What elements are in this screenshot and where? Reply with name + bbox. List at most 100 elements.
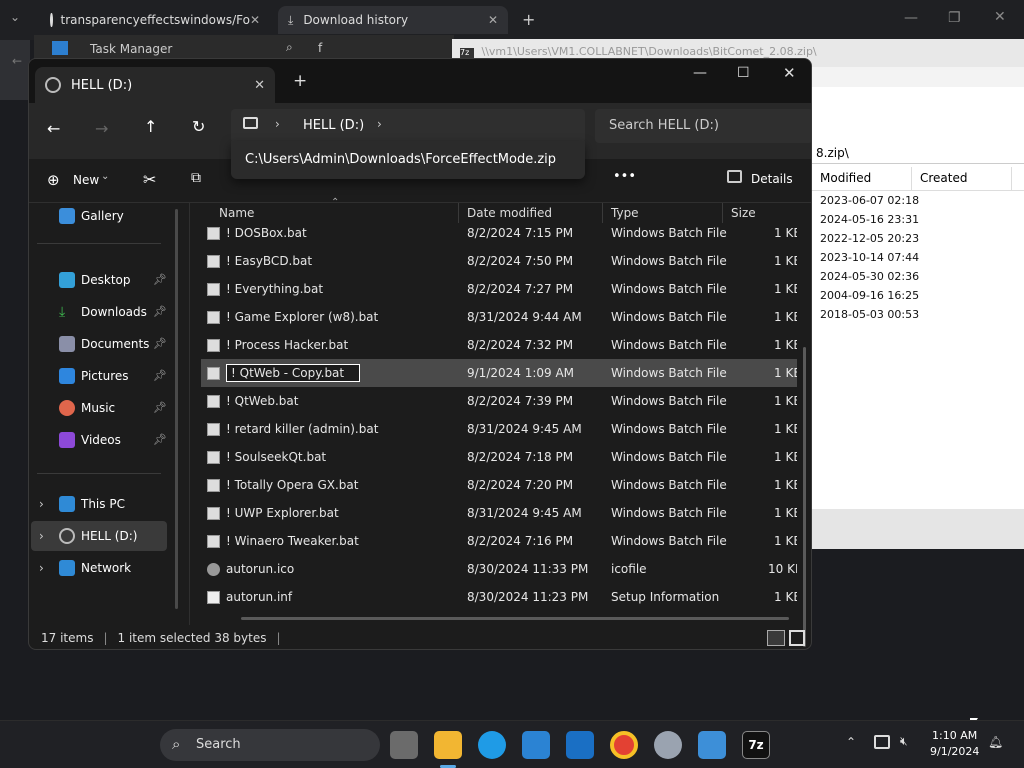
chevron-right-icon[interactable]: ›: [39, 529, 44, 543]
notification-bell-icon[interactable]: 🔔︎: [988, 735, 1003, 749]
browser-tab-github[interactable]: transparencyeffectswindows/Fo ✕: [40, 6, 270, 34]
horizontal-scrollbar[interactable]: [241, 617, 789, 620]
address-bar[interactable]: › HELL (D:) ›: [231, 109, 585, 143]
list-item[interactable]: 2023-06-07 02:18: [820, 194, 919, 207]
7zip-icon[interactable]: 7z: [742, 731, 770, 759]
7zip-horizontal-scrollbar[interactable]: [812, 509, 1024, 549]
table-row-selected[interactable]: ! QtWeb - Copy.bat 9/1/2024 1:09 AM Wind…: [201, 359, 797, 387]
sidebar-item-hell-drive[interactable]: HELL (D:): [59, 523, 137, 549]
7zip-path-bar[interactable]: 8.zip\: [812, 144, 1024, 164]
pin-icon[interactable]: 📌︎: [153, 433, 167, 446]
sidebar-item-gallery[interactable]: Gallery: [59, 203, 124, 229]
chevron-down-icon[interactable]: ⌄: [101, 171, 109, 182]
table-row[interactable]: ! retard killer (admin).bat 8/31/2024 9:…: [201, 415, 797, 443]
cut-icon[interactable]: ✂: [143, 170, 156, 189]
task-view-icon[interactable]: [390, 731, 418, 759]
list-item[interactable]: 2024-05-16 23:31: [820, 213, 919, 226]
back-icon[interactable]: ←: [12, 54, 22, 68]
rename-input[interactable]: ! QtWeb - Copy.bat: [226, 364, 360, 382]
windows-icon[interactable]: [122, 733, 146, 757]
table-row[interactable]: ! Winaero Tweaker.bat 8/2/2024 7:16 PM W…: [201, 527, 797, 555]
search-input[interactable]: Search HELL (D:): [609, 118, 719, 133]
sidebar-item-network[interactable]: Network: [59, 555, 131, 581]
table-row[interactable]: ! SoulseekQt.bat 8/2/2024 7:18 PM Window…: [201, 443, 797, 471]
details-button[interactable]: Details: [751, 172, 793, 186]
chevron-up-icon[interactable]: ⌃: [846, 735, 856, 749]
minimize-icon[interactable]: —: [904, 10, 918, 26]
close-icon[interactable]: ✕: [254, 78, 265, 93]
close-icon[interactable]: ✕: [488, 13, 498, 27]
table-row[interactable]: ! Process Hacker.bat 8/2/2024 7:32 PM Wi…: [201, 331, 797, 359]
chevron-right-icon[interactable]: ›: [39, 497, 44, 511]
pin-icon[interactable]: 📌︎: [153, 273, 167, 286]
pin-icon[interactable]: 📌︎: [153, 305, 167, 318]
copy-icon[interactable]: ⧉: [191, 170, 201, 186]
table-row[interactable]: ! Game Explorer (w8).bat 8/31/2024 9:44 …: [201, 303, 797, 331]
sidebar-item-this-pc[interactable]: This PC: [59, 491, 125, 517]
new-tab-button[interactable]: +: [522, 10, 535, 29]
sidebar-item-documents[interactable]: Documents: [59, 331, 149, 357]
store-icon[interactable]: [522, 731, 550, 759]
close-icon[interactable]: ✕: [994, 9, 1006, 25]
minimize-icon[interactable]: —: [693, 65, 707, 81]
details-view-icon[interactable]: [767, 630, 785, 646]
close-icon[interactable]: ✕: [783, 64, 796, 82]
sidebar-item-music[interactable]: Music: [59, 395, 115, 421]
browser-tab-downloads[interactable]: ⤓ Download history ✕: [278, 6, 508, 34]
file-explorer-icon[interactable]: [434, 731, 462, 759]
pin-icon[interactable]: 📌︎: [153, 369, 167, 382]
maximize-icon[interactable]: ☐: [737, 65, 750, 81]
explorer-tab[interactable]: HELL (D:) ✕: [35, 67, 275, 103]
tiles-view-icon[interactable]: [789, 630, 805, 646]
list-item[interactable]: 2004-09-16 16:25: [820, 289, 919, 302]
table-row[interactable]: ! DOSBox.bat 8/2/2024 7:15 PM Windows Ba…: [201, 223, 797, 247]
volume-muted-icon[interactable]: 🔇︎: [900, 734, 908, 749]
column-type[interactable]: Type: [611, 203, 723, 223]
column-modified[interactable]: Modified: [812, 167, 912, 190]
column-date-modified[interactable]: Date modified: [467, 203, 603, 223]
task-manager-search[interactable]: f: [318, 41, 322, 55]
up-icon[interactable]: ↑: [144, 117, 157, 136]
chevron-right-icon[interactable]: ›: [275, 117, 280, 131]
pin-icon[interactable]: 📌︎: [153, 401, 167, 414]
table-row[interactable]: ! Everything.bat 8/2/2024 7:27 PM Window…: [201, 275, 797, 303]
refresh-icon[interactable]: ↻: [192, 117, 205, 136]
sidebar-item-downloads[interactable]: ⤓ Downloads: [59, 299, 147, 325]
table-row[interactable]: autorun.inf 8/30/2024 11:23 PM Setup Inf…: [201, 583, 797, 611]
outlook-icon[interactable]: [566, 731, 594, 759]
column-created[interactable]: Created: [912, 167, 1012, 190]
photos-icon[interactable]: [698, 731, 726, 759]
edge-icon[interactable]: [478, 731, 506, 759]
settings-icon[interactable]: [654, 731, 682, 759]
forward-icon[interactable]: →: [95, 119, 108, 138]
table-row[interactable]: ! Totally Opera GX.bat 8/2/2024 7:20 PM …: [201, 471, 797, 499]
search-input[interactable]: Search: [196, 737, 241, 752]
chevron-right-icon[interactable]: ›: [377, 117, 382, 131]
new-tab-button[interactable]: +: [293, 71, 307, 91]
chevron-right-icon[interactable]: ›: [39, 561, 44, 575]
taskbar-search[interactable]: ⌕ Search: [160, 729, 380, 761]
close-icon[interactable]: ✕: [250, 13, 260, 27]
list-item[interactable]: 2022-12-05 20:23: [820, 232, 919, 245]
vertical-scrollbar[interactable]: [803, 347, 806, 647]
address-suggestion[interactable]: C:\Users\Admin\Downloads\ForceEffectMode…: [245, 152, 556, 167]
sidebar-item-pictures[interactable]: Pictures: [59, 363, 129, 389]
pin-icon[interactable]: 📌︎: [153, 337, 167, 350]
maximize-icon[interactable]: ❐: [948, 10, 961, 26]
network-status-icon[interactable]: [874, 735, 890, 749]
list-item[interactable]: 2024-05-30 02:36: [820, 270, 919, 283]
list-item[interactable]: 2018-05-03 00:53: [820, 308, 919, 321]
chrome-icon[interactable]: [610, 731, 638, 759]
back-icon[interactable]: ←: [47, 119, 60, 138]
table-row[interactable]: ! EasyBCD.bat 8/2/2024 7:50 PM Windows B…: [201, 247, 797, 275]
sidebar-item-desktop[interactable]: Desktop: [59, 267, 131, 293]
table-row[interactable]: autorun.ico 8/30/2024 11:33 PM icofile 1…: [201, 555, 797, 583]
clock-date[interactable]: 9/1/2024: [930, 745, 979, 758]
clock-time[interactable]: 1:10 AM: [932, 729, 977, 742]
table-row[interactable]: ! UWP Explorer.bat 8/31/2024 9:45 AM Win…: [201, 499, 797, 527]
sidebar-scrollbar[interactable]: [175, 209, 178, 609]
breadcrumb[interactable]: HELL (D:): [303, 118, 364, 133]
sidebar-item-videos[interactable]: Videos: [59, 427, 121, 453]
new-button[interactable]: New: [73, 173, 99, 187]
tab-list-chevron-icon[interactable]: ⌄: [10, 10, 20, 24]
